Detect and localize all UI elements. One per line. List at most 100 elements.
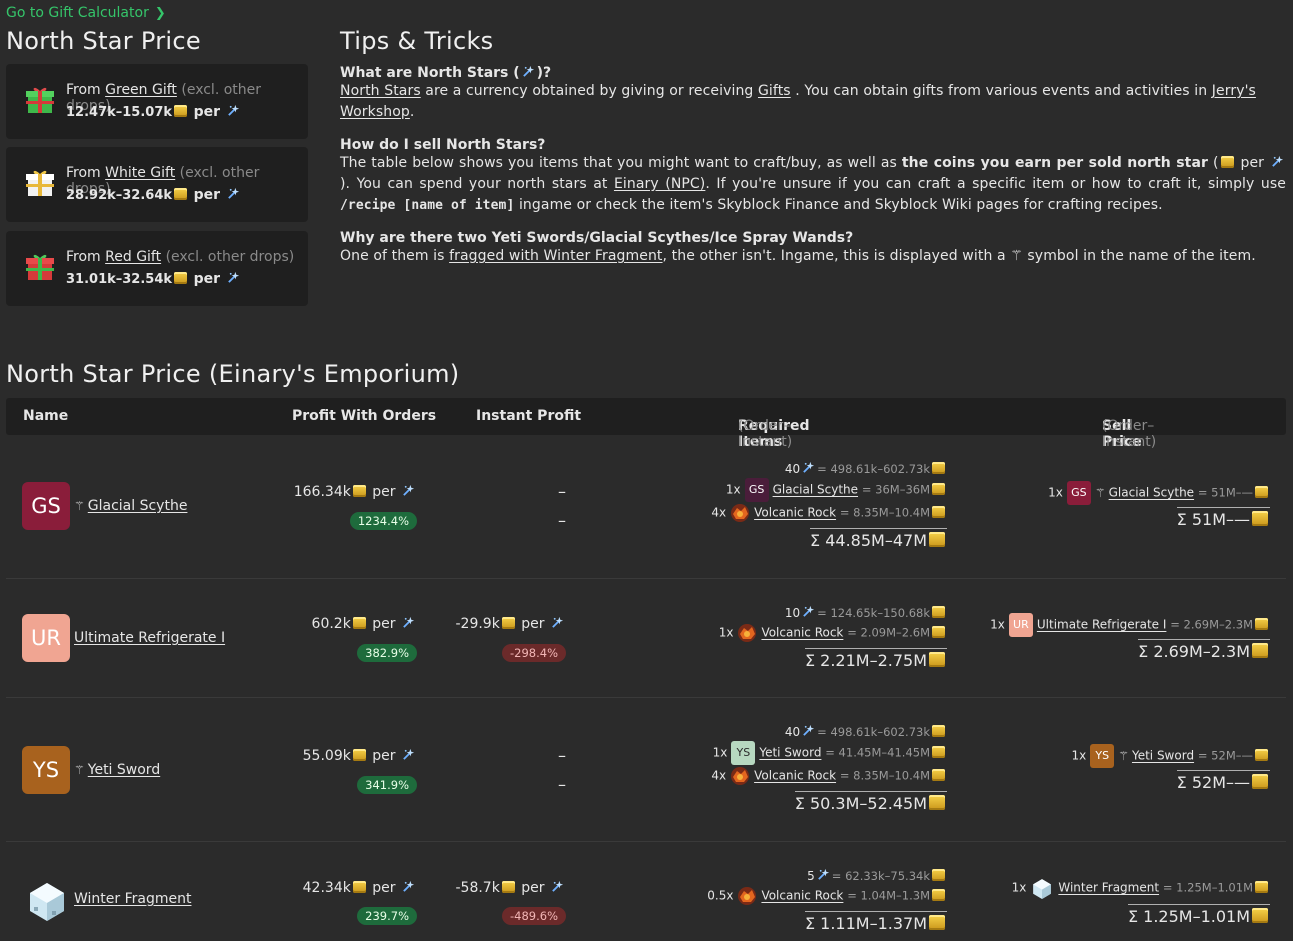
item-price: = 1.04M–1.3M — [847, 888, 930, 903]
item-price: = 41.45M–41.45M — [825, 745, 930, 760]
white-gift-link[interactable]: White Gift — [105, 165, 175, 181]
gift-card-green: From Green Gift (excl. other drops) 12.4… — [6, 64, 308, 139]
fragged-symbol-icon: ⚚ — [74, 763, 85, 777]
required-item-link[interactable]: Volcanic Rock — [754, 769, 836, 783]
profit-value: 60.2k — [311, 616, 351, 632]
item-name-link[interactable]: Winter Fragment — [74, 891, 191, 907]
required-sum: Σ 1.11M–1.37M — [804, 911, 947, 933]
instant-pct: -298.4% — [502, 644, 566, 662]
coin-icon — [932, 606, 945, 618]
gift-calculator-link[interactable]: Go to Gift Calculator ❯ — [6, 5, 166, 21]
coin-icon — [1255, 485, 1268, 498]
sell-qty: 1x — [1048, 485, 1063, 500]
per-label: per — [521, 880, 545, 896]
north-star-icon — [802, 605, 815, 618]
sell-price: = 52M–— — [1197, 748, 1253, 763]
ultimate-refrigerate-icon: UR — [1008, 613, 1033, 637]
stars-count: 10 — [784, 606, 801, 620]
item-name[interactable]: ⚚ Glacial Scythe — [74, 498, 187, 514]
item-qty: 4x — [711, 505, 727, 520]
item-qty: 1x — [718, 625, 734, 640]
q1-text: What are North Stars ( — [340, 65, 520, 81]
fragged-symbol-icon: ⚚ — [1118, 748, 1129, 763]
profit-orders: 60.2k per — [312, 616, 417, 632]
per-label: per — [372, 484, 396, 500]
coin-icon — [932, 745, 945, 758]
coin-icon — [174, 272, 188, 284]
north-star-icon — [522, 65, 535, 78]
profit-pct-badge: 341.9% — [357, 776, 417, 794]
required-item-link[interactable]: Volcanic Rock — [754, 506, 836, 520]
tips-question-1: What are North Stars ()? — [340, 65, 1286, 81]
winter-fragment-icon — [30, 883, 64, 921]
item-qty: 0.5x — [707, 888, 734, 903]
required-item: 4x Volcanic Rock = 8.35M–10.4M — [711, 765, 947, 787]
sell-qty: 1x — [1011, 880, 1027, 895]
coin-icon — [929, 532, 945, 547]
coin-icon — [1255, 880, 1268, 893]
north-star-icon — [802, 461, 815, 474]
item-name-link[interactable]: Yeti Sword — [88, 762, 160, 778]
sell-item-link[interactable]: Glacial Scythe — [1109, 486, 1194, 500]
per-label: per — [521, 616, 545, 632]
required-item-link[interactable]: Yeti Sword — [759, 746, 821, 760]
required-stars: 5 = 62.33k–75.34k — [807, 868, 947, 883]
item-name[interactable]: Ultimate Refrigerate I — [74, 630, 225, 646]
green-gift-link[interactable]: Green Gift — [105, 82, 177, 98]
profit-orders: 42.34k per — [303, 880, 417, 896]
required-item-link[interactable]: Volcanic Rock — [761, 889, 843, 903]
item-name-link[interactable]: Glacial Scythe — [88, 498, 188, 514]
profit-pct: 341.9% — [357, 776, 417, 794]
gift-excl-note: (excl. other drops) — [165, 249, 295, 265]
profit-value: 55.09k — [302, 748, 351, 764]
header-instant-profit[interactable]: Instant Profit — [476, 408, 581, 424]
sell-item-link[interactable]: Winter Fragment — [1058, 881, 1159, 895]
required-item-link[interactable]: Glacial Scythe — [773, 483, 858, 497]
per-label: per — [193, 104, 220, 120]
tips-question-3: Why are there two Yeti Swords/Glacial Sc… — [340, 230, 854, 246]
north-star-icon — [227, 187, 240, 200]
coin-icon — [932, 462, 945, 474]
stars-price: = 498.61k–602.73k — [817, 725, 930, 739]
stars-price: = 62.33k–75.34k — [831, 869, 930, 883]
red-gift-link[interactable]: Red Gift — [105, 249, 161, 265]
sell-item-link[interactable]: Yeti Sword — [1132, 749, 1194, 763]
sell-item-link[interactable]: Ultimate Refrigerate I — [1037, 618, 1167, 632]
glacial-scythe-icon: GS — [22, 482, 70, 530]
header-profit-orders[interactable]: Profit With Orders — [292, 408, 436, 424]
red-gift-price: 31.01k–32.54k — [66, 272, 173, 287]
sell-price: = 51M–— — [1197, 485, 1253, 500]
einary-npc-link[interactable]: Einary (NPC) — [614, 176, 705, 192]
sell-item: 1x GS ⚚ Glacial Scythe = 51M–— — [1048, 481, 1270, 505]
north-star-icon — [1271, 155, 1284, 168]
gifts-link[interactable]: Gifts — [758, 83, 791, 99]
stars-price: = 498.61k–602.73k — [817, 462, 930, 476]
winter-fragment-link[interactable]: fragged with Winter Fragment — [449, 248, 662, 264]
green-gift-icon — [26, 87, 54, 113]
required-item: 1x GS Glacial Scythe = 36M–36M — [726, 478, 947, 502]
table-header: Name Profit With Orders Instant Profit R… — [6, 398, 1286, 450]
item-name-link[interactable]: Ultimate Refrigerate I — [74, 630, 225, 646]
profit-orders: 55.09k per — [303, 748, 417, 764]
north-stars-link[interactable]: North Stars — [340, 83, 421, 99]
coin-icon — [352, 749, 366, 761]
coin-icon — [1252, 774, 1268, 789]
gift-calculator-label: Go to Gift Calculator — [6, 5, 149, 21]
a2-text: . If you're unsure if you can craft a sp… — [705, 176, 1286, 192]
profit-value: 166.34k — [293, 484, 351, 500]
required-item-link[interactable]: Volcanic Rock — [761, 626, 843, 640]
sum-value: Σ 1.11M–1.37M — [804, 914, 927, 933]
item-name[interactable]: Winter Fragment — [74, 891, 191, 907]
coin-icon — [929, 652, 945, 667]
gift-from-label: From — [66, 165, 101, 181]
required-sum: Σ 44.85M–47M — [810, 528, 947, 550]
header-name[interactable]: Name — [23, 408, 68, 424]
stars-price: = 124.65k–150.68k — [817, 606, 930, 620]
item-name[interactable]: ⚚ Yeti Sword — [74, 762, 160, 778]
stars-count: 5 — [807, 869, 815, 883]
instant-pct-badge: -489.6% — [502, 907, 566, 925]
a2-text: ingame or check the item's Skyblock Fina… — [514, 197, 1163, 213]
profit-pct-badge: 382.9% — [357, 644, 417, 662]
north-star-icon — [227, 104, 240, 117]
instant-profit: -29.9k per — [455, 616, 566, 632]
